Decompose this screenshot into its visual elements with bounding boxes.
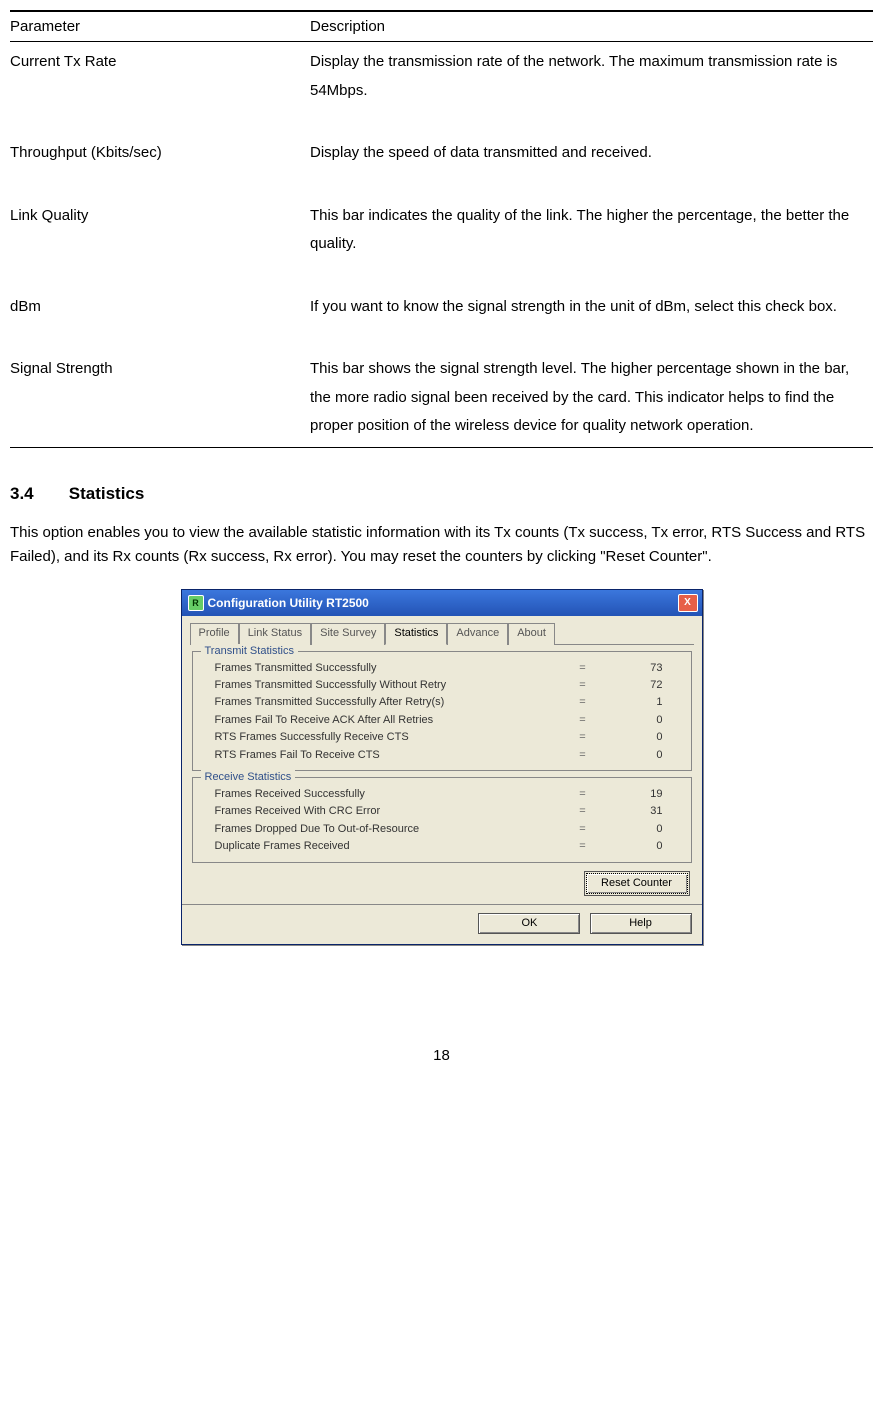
receive-row: Frames Received Successfully=19 [201, 786, 683, 803]
equals-sign: = [563, 661, 603, 676]
stat-value: 72 [603, 678, 683, 693]
transmit-row: Frames Transmitted Successfully=73 [201, 660, 683, 677]
tab-advance[interactable]: Advance [447, 623, 508, 644]
equals-sign: = [563, 678, 603, 693]
equals-sign: = [563, 695, 603, 710]
receive-row: Frames Received With CRC Error=31 [201, 803, 683, 820]
stat-label: Duplicate Frames Received [215, 839, 563, 854]
param-name: Throughput (Kbits/sec) [10, 133, 310, 196]
stat-label: Frames Transmitted Successfully Without … [215, 678, 563, 693]
equals-sign: = [563, 839, 603, 854]
transmit-row: Frames Fail To Receive ACK After All Ret… [201, 712, 683, 729]
section-number: 3.4 [10, 482, 64, 506]
equals-sign: = [563, 804, 603, 819]
close-icon[interactable]: X [678, 594, 698, 612]
receive-groupbox: Receive Statistics Frames Received Succe… [192, 777, 692, 863]
param-name: Link Quality [10, 196, 310, 287]
equals-sign: = [563, 748, 603, 763]
stat-value: 73 [603, 661, 683, 676]
table-row: dBmIf you want to know the signal streng… [10, 287, 873, 350]
stat-label: RTS Frames Fail To Receive CTS [215, 748, 563, 763]
stat-label: Frames Transmitted Successfully [215, 661, 563, 676]
stat-value: 1 [603, 695, 683, 710]
page-number: 18 [10, 1045, 873, 1066]
tab-strip: ProfileLink StatusSite SurveyStatisticsA… [190, 622, 694, 644]
stat-value: 19 [603, 787, 683, 802]
param-desc: This bar shows the signal strength level… [310, 349, 873, 447]
screenshot-figure: R Configuration Utility RT2500 X Profile… [10, 589, 873, 945]
stat-label: Frames Received With CRC Error [215, 804, 563, 819]
stat-value: 31 [603, 804, 683, 819]
stat-value: 0 [603, 748, 683, 763]
stat-value: 0 [603, 822, 683, 837]
param-desc: Display the speed of data transmitted an… [310, 133, 873, 196]
stat-value: 0 [603, 839, 683, 854]
section-body: This option enables you to view the avai… [10, 521, 873, 569]
param-desc: This bar indicates the quality of the li… [310, 196, 873, 287]
transmit-row: Frames Transmitted Successfully Without … [201, 677, 683, 694]
table-header-description: Description [310, 11, 873, 42]
table-header-parameter: Parameter [10, 11, 310, 42]
receive-row: Frames Dropped Due To Out-of-Resource=0 [201, 821, 683, 838]
param-name: dBm [10, 287, 310, 350]
stat-label: Frames Dropped Due To Out-of-Resource [215, 822, 563, 837]
stat-label: Frames Fail To Receive ACK After All Ret… [215, 713, 563, 728]
table-row: Current Tx RateDisplay the transmission … [10, 42, 873, 134]
stat-label: Frames Received Successfully [215, 787, 563, 802]
table-row: Throughput (Kbits/sec)Display the speed … [10, 133, 873, 196]
receive-title: Receive Statistics [201, 770, 296, 785]
dialog-titlebar: R Configuration Utility RT2500 X [182, 590, 702, 616]
table-row: Link QualityThis bar indicates the quali… [10, 196, 873, 287]
ok-button[interactable]: OK [478, 913, 580, 934]
transmit-title: Transmit Statistics [201, 644, 298, 659]
transmit-row: RTS Frames Successfully Receive CTS=0 [201, 729, 683, 746]
tab-site-survey[interactable]: Site Survey [311, 623, 385, 644]
table-row: Signal StrengthThis bar shows the signal… [10, 349, 873, 447]
param-desc: If you want to know the signal strength … [310, 287, 873, 350]
receive-row: Duplicate Frames Received=0 [201, 838, 683, 855]
equals-sign: = [563, 730, 603, 745]
transmit-row: Frames Transmitted Successfully After Re… [201, 694, 683, 711]
param-name: Signal Strength [10, 349, 310, 447]
param-name: Current Tx Rate [10, 42, 310, 134]
stat-label: Frames Transmitted Successfully After Re… [215, 695, 563, 710]
tab-statistics[interactable]: Statistics [385, 623, 447, 644]
equals-sign: = [563, 713, 603, 728]
tab-link-status[interactable]: Link Status [239, 623, 311, 644]
transmit-row: RTS Frames Fail To Receive CTS=0 [201, 747, 683, 764]
reset-counter-button[interactable]: Reset Counter [586, 873, 688, 894]
tab-profile[interactable]: Profile [190, 623, 239, 644]
tab-about[interactable]: About [508, 623, 555, 644]
stat-label: RTS Frames Successfully Receive CTS [215, 730, 563, 745]
param-desc: Display the transmission rate of the net… [310, 42, 873, 134]
equals-sign: = [563, 787, 603, 802]
dialog-title: Configuration Utility RT2500 [208, 595, 369, 612]
section-title: Statistics [69, 484, 145, 503]
parameter-table: Parameter Description Current Tx RateDis… [10, 10, 873, 448]
transmit-groupbox: Transmit Statistics Frames Transmitted S… [192, 651, 692, 771]
help-button[interactable]: Help [590, 913, 692, 934]
equals-sign: = [563, 822, 603, 837]
section-heading: 3.4 Statistics [10, 482, 873, 506]
app-icon: R [188, 595, 204, 611]
stat-value: 0 [603, 730, 683, 745]
stat-value: 0 [603, 713, 683, 728]
config-dialog: R Configuration Utility RT2500 X Profile… [181, 589, 703, 945]
